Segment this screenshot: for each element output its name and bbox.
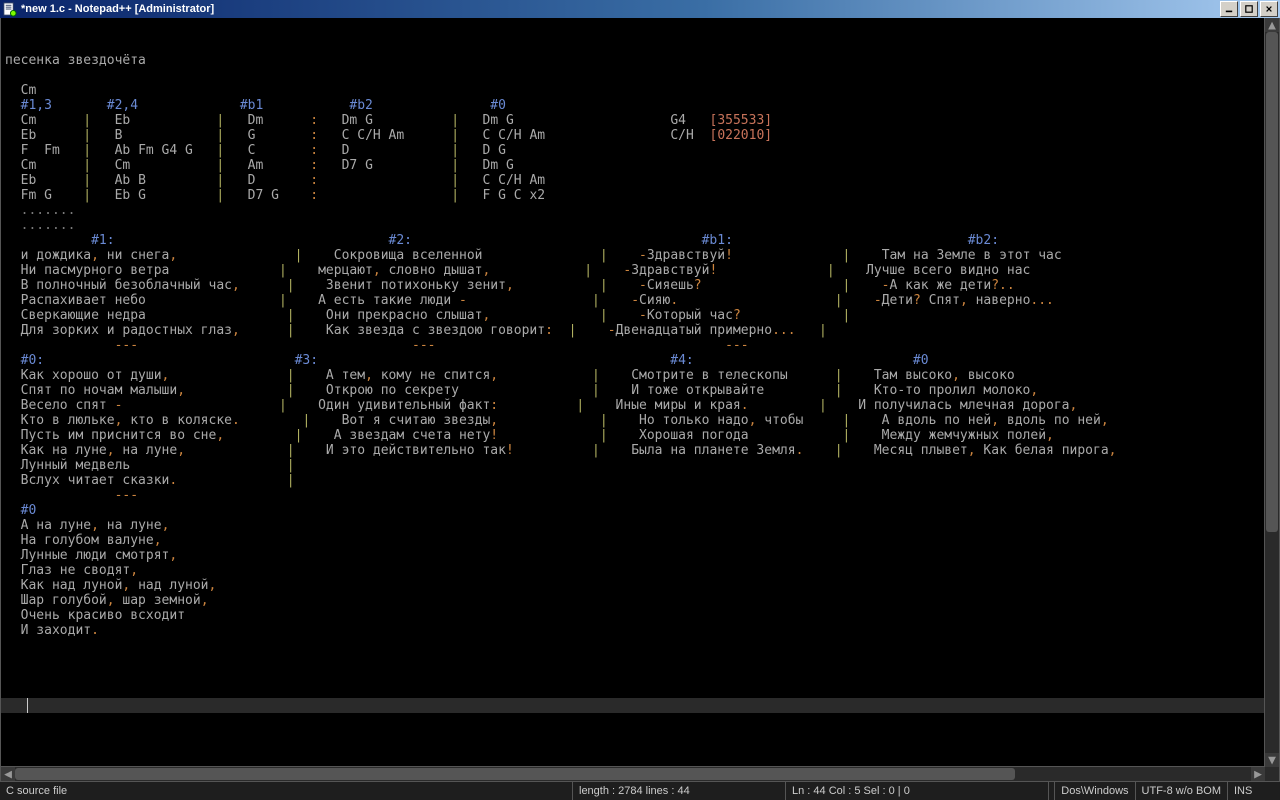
scroll-thumb-v[interactable] xyxy=(1266,32,1278,532)
scroll-left-arrow[interactable]: ◀ xyxy=(1,767,15,781)
close-button[interactable] xyxy=(1260,1,1278,17)
status-position: Ln : 44 Col : 5 Sel : 0 | 0 xyxy=(785,782,1048,800)
window-title: *new 1.c - Notepad++ [Administrator] xyxy=(21,0,214,18)
minimize-button[interactable] xyxy=(1220,1,1238,17)
scroll-right-arrow[interactable]: ▶ xyxy=(1251,767,1265,781)
status-eol: Dos\Windows xyxy=(1054,782,1134,800)
song-title: песенка звездочёта xyxy=(5,53,146,68)
status-bar: C source file length : 2784 lines : 44 L… xyxy=(0,781,1280,800)
horizontal-scrollbar[interactable]: ◀ ▶ xyxy=(1,766,1265,781)
status-length: length : 2784 lines : 44 xyxy=(572,782,785,800)
scroll-up-arrow[interactable]: ▲ xyxy=(1265,18,1279,32)
scroll-down-arrow[interactable]: ▼ xyxy=(1265,753,1279,767)
status-encoding: UTF-8 w/o BOM xyxy=(1135,782,1227,800)
editor-viewport: песенка звездочёта Cm #1,3 #2,4 #b1 #b2 … xyxy=(0,18,1280,782)
text-caret xyxy=(27,698,28,713)
scrollbar-corner xyxy=(1265,767,1279,781)
vertical-scrollbar[interactable]: ▲ ▼ xyxy=(1264,18,1279,767)
status-filetype: C source file xyxy=(0,782,572,800)
text-editor[interactable]: песенка звездочёта Cm #1,3 #2,4 #b1 #b2 … xyxy=(1,18,1265,767)
title-bar: *new 1.c - Notepad++ [Administrator] xyxy=(0,0,1280,18)
scroll-thumb-h[interactable] xyxy=(15,768,1015,780)
status-insert-mode: INS xyxy=(1227,782,1280,800)
app-icon xyxy=(2,2,17,17)
maximize-button[interactable] xyxy=(1240,1,1258,17)
